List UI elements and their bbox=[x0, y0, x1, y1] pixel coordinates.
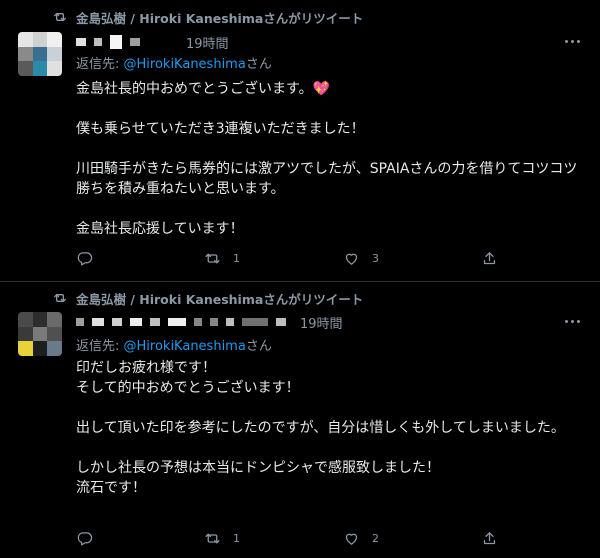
tweet-header: 19時間 bbox=[76, 32, 229, 52]
retweet-count: 1 bbox=[233, 532, 240, 545]
more-icon[interactable] bbox=[565, 40, 580, 43]
share-icon bbox=[483, 252, 496, 265]
retweet-context-text: 金島弘樹 / Hiroki Kaneshimaさんがリツイート bbox=[76, 291, 364, 307]
tweet-line: 川田騎手がきたら馬券的には激アツでしたが、SPAIAさんの力を借りてコツコツ勝ち… bbox=[76, 161, 578, 197]
tweet[interactable]: 金島弘樹 / Hiroki Kaneshimaさんがリツイート 19時間 返信先… bbox=[0, 282, 600, 558]
reply-suffix: さん bbox=[245, 57, 272, 72]
reply-context: 返信先: @HirokiKaneshimaさん bbox=[76, 53, 272, 72]
reply-prefix: 返信先: bbox=[76, 57, 124, 72]
reply-icon bbox=[77, 252, 93, 266]
retweet-button[interactable]: 1 bbox=[204, 530, 240, 547]
retweet-context-text: 金島弘樹 / Hiroki Kaneshimaさんがリツイート bbox=[76, 10, 364, 26]
timestamp[interactable]: 19時間 bbox=[186, 33, 229, 52]
reply-prefix: 返信先: bbox=[76, 339, 124, 354]
like-count: 3 bbox=[372, 252, 379, 265]
tweet-line bbox=[76, 398, 586, 418]
retweet-icon bbox=[54, 13, 66, 21]
tweet-line: 出して頂いた印を参考にしたのですが、自分は惜しくも外してしまいました。 bbox=[76, 420, 565, 436]
mention-link[interactable]: @HirokiKaneshima bbox=[124, 57, 246, 72]
tweet-line: 僕も乗らせていただき3連複いただきました！ bbox=[76, 121, 365, 137]
heart-icon bbox=[345, 253, 358, 265]
heart-icon bbox=[345, 533, 358, 545]
avatar[interactable] bbox=[18, 32, 62, 76]
tweet-line bbox=[76, 139, 586, 159]
retweet-icon bbox=[205, 253, 220, 264]
tweet-line: 金島社長応援しています！ bbox=[76, 221, 244, 237]
retweet-icon bbox=[205, 533, 220, 544]
tweet-actions: 1 2 bbox=[76, 530, 506, 550]
tweet-line bbox=[76, 438, 586, 458]
display-name-redacted[interactable] bbox=[76, 318, 84, 326]
tweet-text: 金島社長的中おめでとうございます。💖 僕も乗らせていただき3連複いただきました！… bbox=[76, 79, 586, 239]
retweet-context: 金島弘樹 / Hiroki Kaneshimaさんがリツイート bbox=[52, 288, 363, 308]
reply-icon bbox=[77, 532, 93, 546]
tweet-header: 19時間 bbox=[76, 312, 343, 332]
tweet-line: しかし社長の予想は本当にドンピシャで感服致しました！ bbox=[76, 460, 440, 476]
reply-suffix: さん bbox=[245, 339, 272, 354]
tweet-line: 流石です！ bbox=[76, 480, 146, 496]
like-count: 2 bbox=[372, 532, 379, 545]
share-icon bbox=[483, 532, 496, 545]
tweet-line bbox=[76, 199, 586, 219]
avatar[interactable] bbox=[18, 312, 62, 356]
retweet-button[interactable]: 1 bbox=[204, 250, 240, 267]
tweet[interactable]: 金島弘樹 / Hiroki Kaneshimaさんがリツイート 19時間 返信先… bbox=[0, 0, 600, 282]
display-name-redacted[interactable] bbox=[76, 38, 86, 46]
retweet-count: 1 bbox=[233, 252, 240, 265]
reply-context: 返信先: @HirokiKaneshimaさん bbox=[76, 335, 272, 354]
tweet-line: 印だしお疲れ様です！ bbox=[76, 360, 216, 376]
tweet-line: そして的中おめでとうございます！ bbox=[76, 380, 300, 396]
tweet-line: 金島社長的中おめでとうございます。💖 bbox=[76, 81, 331, 97]
timestamp[interactable]: 19時間 bbox=[300, 313, 343, 332]
reply-button[interactable] bbox=[76, 250, 93, 267]
tweet-line bbox=[76, 99, 586, 119]
tweet-text: 印だしお疲れ様です！ そして的中おめでとうございます！ 出して頂いた印を参考にし… bbox=[76, 358, 586, 498]
share-button[interactable] bbox=[481, 530, 498, 547]
mention-link[interactable]: @HirokiKaneshima bbox=[124, 339, 246, 354]
more-icon[interactable] bbox=[565, 320, 580, 323]
retweet-icon bbox=[54, 294, 66, 302]
share-button[interactable] bbox=[481, 250, 498, 267]
retweet-context: 金島弘樹 / Hiroki Kaneshimaさんがリツイート bbox=[52, 7, 363, 27]
tweet-actions: 1 3 bbox=[76, 250, 506, 270]
like-button[interactable]: 3 bbox=[343, 250, 379, 267]
reply-button[interactable] bbox=[76, 530, 93, 547]
like-button[interactable]: 2 bbox=[343, 530, 379, 547]
